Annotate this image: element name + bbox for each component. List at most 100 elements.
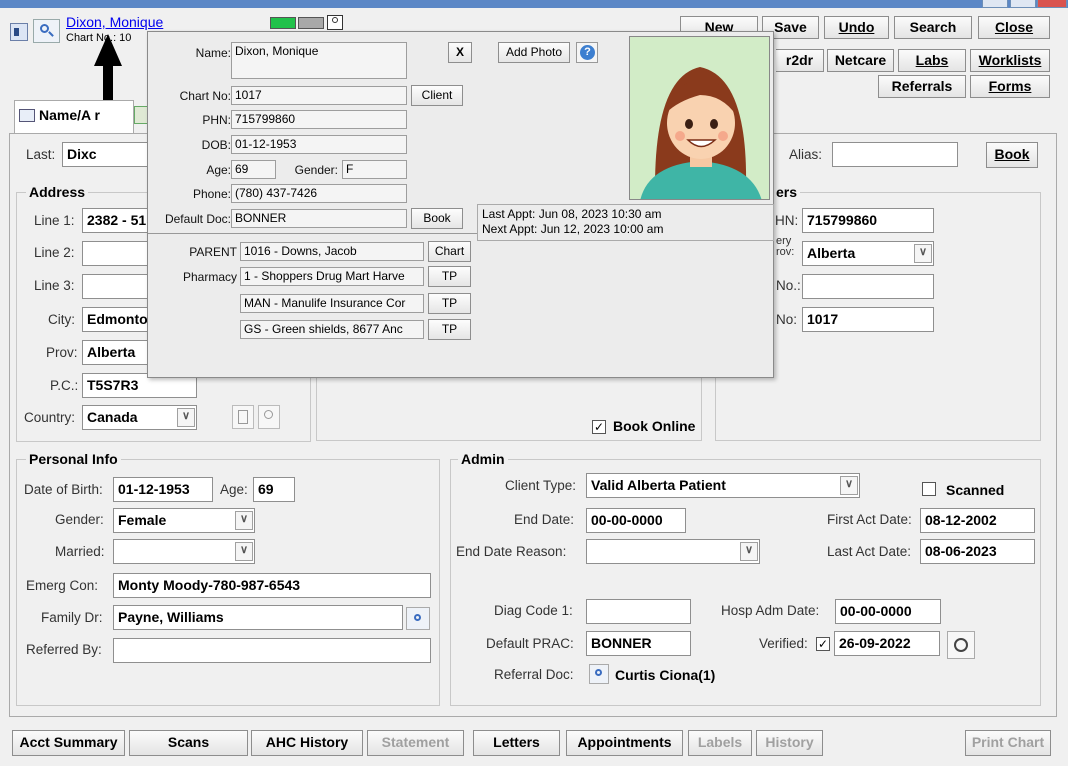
health-prov-select[interactable]: Alberta ∨ — [802, 241, 934, 266]
referred-by-label: Referred By: — [26, 642, 102, 657]
close-button[interactable]: Close — [978, 16, 1050, 39]
undo-button[interactable]: Undo — [824, 16, 889, 39]
line2-label: Line 2: — [34, 245, 75, 260]
alias-label: Alias: — [789, 147, 823, 162]
referrals-button[interactable]: Referrals — [878, 75, 966, 98]
popup-default-doc-field[interactable]: BONNER — [231, 209, 407, 228]
window-close-button[interactable] — [1037, 0, 1067, 8]
chevron-down-icon: ∨ — [177, 408, 195, 427]
search-button[interactable]: Search — [894, 16, 972, 39]
insurance-1-tp-button[interactable]: TP — [428, 293, 471, 314]
parent-chart-button[interactable]: Chart — [428, 241, 471, 262]
print-chart-button[interactable]: Print Chart — [965, 730, 1051, 756]
line1-field[interactable]: 2382 - 51 — [82, 208, 154, 233]
age-field[interactable]: 69 — [253, 477, 295, 502]
help-icon[interactable]: ? — [576, 42, 598, 63]
popup-age-field[interactable]: 69 — [231, 160, 276, 179]
pharmacy-tp-button[interactable]: TP — [428, 266, 471, 287]
number-field[interactable] — [802, 274, 934, 299]
minimize-button[interactable] — [982, 0, 1008, 8]
patient-name-link[interactable]: Dixon, Monique — [66, 14, 163, 30]
insurance-2-field[interactable]: GS - Green shields, 8677 Anc — [240, 320, 424, 339]
popup-chart-label: Chart No: — [179, 89, 231, 103]
clipboard-icon[interactable] — [232, 405, 254, 429]
letters-button[interactable]: Letters — [473, 730, 560, 756]
end-date-reason-select[interactable]: ∨ — [586, 539, 760, 564]
verified-date-field[interactable]: 26-09-2022 — [834, 631, 940, 656]
verified-checkbox[interactable]: ✓ — [816, 637, 830, 651]
client-type-label: Client Type: — [505, 478, 577, 493]
insurance-1-field[interactable]: MAN - Manulife Insurance Cor — [240, 294, 424, 313]
emerg-con-field[interactable]: Monty Moody-780-987-6543 — [113, 573, 431, 598]
popup-phn-field[interactable]: 715799860 — [231, 110, 407, 129]
worklists-button[interactable]: Worklists — [970, 49, 1050, 72]
alias-field[interactable] — [832, 142, 958, 167]
diag-code-field[interactable] — [586, 599, 691, 624]
hosp-adm-date-label: Hosp Adm Date: — [721, 603, 820, 618]
scans-button[interactable]: Scans — [129, 730, 248, 756]
book-online-checkbox[interactable]: ✓ — [592, 420, 606, 434]
search-icon[interactable] — [33, 19, 60, 43]
search-icon[interactable] — [406, 607, 430, 630]
card-icon[interactable] — [10, 23, 28, 41]
married-select[interactable]: ∨ — [113, 539, 255, 564]
insurance-2-tp-button[interactable]: TP — [428, 319, 471, 340]
parent-field[interactable]: 1016 - Downs, Jacob — [240, 242, 424, 261]
avatar-icon — [630, 37, 769, 199]
popup-name-field[interactable]: Dixon, Monique — [231, 42, 407, 79]
popup-phone-field[interactable]: (780) 437-7426 — [231, 184, 407, 203]
referred-by-field[interactable] — [113, 638, 431, 663]
client-button[interactable]: Client — [411, 85, 463, 106]
popup-book-button[interactable]: Book — [411, 208, 463, 229]
last-act-date-field[interactable]: 08-06-2023 — [920, 539, 1035, 564]
tab-name-addr[interactable]: Name/A r — [14, 100, 134, 133]
person-icon[interactable] — [327, 15, 343, 30]
pharmacy-field[interactable]: 1 - Shoppers Drug Mart Harve — [240, 267, 424, 286]
book-button[interactable]: Book — [986, 142, 1038, 168]
prov-field[interactable]: Alberta — [82, 340, 154, 365]
statement-button[interactable]: Statement — [367, 730, 464, 756]
gender-select[interactable]: Female ∨ — [113, 508, 255, 533]
city-label: City: — [48, 312, 75, 327]
tab-second-icon[interactable] — [134, 106, 148, 124]
line3-field[interactable] — [82, 274, 154, 299]
popup-gender-field[interactable]: F — [342, 160, 407, 179]
country-select[interactable]: Canada ∨ — [82, 405, 197, 430]
appointments-button[interactable]: Appointments — [566, 730, 683, 756]
acct-summary-button[interactable]: Acct Summary — [12, 730, 125, 756]
search-icon[interactable] — [589, 664, 609, 684]
scanned-checkbox[interactable] — [922, 482, 936, 496]
no-label: No.: — [776, 278, 801, 293]
line2-field[interactable] — [82, 241, 154, 266]
labels-button[interactable]: Labels — [688, 730, 752, 756]
personal-info-title: Personal Info — [26, 451, 121, 467]
add-photo-button[interactable]: Add Photo — [498, 42, 570, 63]
labs-button[interactable]: Labs — [898, 49, 966, 72]
next-appt-text: Next Appt: Jun 12, 2023 10:00 am — [482, 222, 664, 236]
client-type-select[interactable]: Valid Alberta Patient ∨ — [586, 473, 860, 498]
magnifier-icon[interactable] — [258, 405, 280, 429]
country-value: Canada — [87, 409, 138, 425]
popup-dob-field[interactable]: 01-12-1953 — [231, 135, 407, 154]
history-clock-icon[interactable] — [947, 631, 975, 659]
forms-button[interactable]: Forms — [970, 75, 1050, 98]
popup-chart-field[interactable]: 1017 — [231, 86, 407, 105]
popup-close-button[interactable]: X — [448, 42, 472, 63]
default-prac-field[interactable]: BONNER — [586, 631, 691, 656]
netcare-button[interactable]: Netcare — [827, 49, 894, 72]
chevron-down-icon: ∨ — [840, 476, 858, 495]
r2dr-button[interactable]: r2dr — [776, 49, 824, 72]
ahc-history-button[interactable]: AHC History — [251, 730, 363, 756]
hosp-adm-date-field[interactable]: 00-00-0000 — [835, 599, 941, 624]
end-date-field[interactable]: 00-00-0000 — [586, 508, 686, 533]
popup-gender-label: Gender: — [294, 163, 338, 177]
last-name-field[interactable]: Dixc — [62, 142, 152, 167]
chart-no-field[interactable]: 1017 — [802, 307, 934, 332]
dob-field[interactable]: 01-12-1953 — [113, 477, 213, 502]
city-field[interactable]: Edmonto — [82, 307, 154, 332]
first-act-date-field[interactable]: 08-12-2002 — [920, 508, 1035, 533]
maximize-button[interactable] — [1010, 0, 1036, 8]
history-button[interactable]: History — [756, 730, 823, 756]
phn-field[interactable]: 715799860 — [802, 208, 934, 233]
family-dr-field[interactable]: Payne, Williams — [113, 605, 403, 630]
